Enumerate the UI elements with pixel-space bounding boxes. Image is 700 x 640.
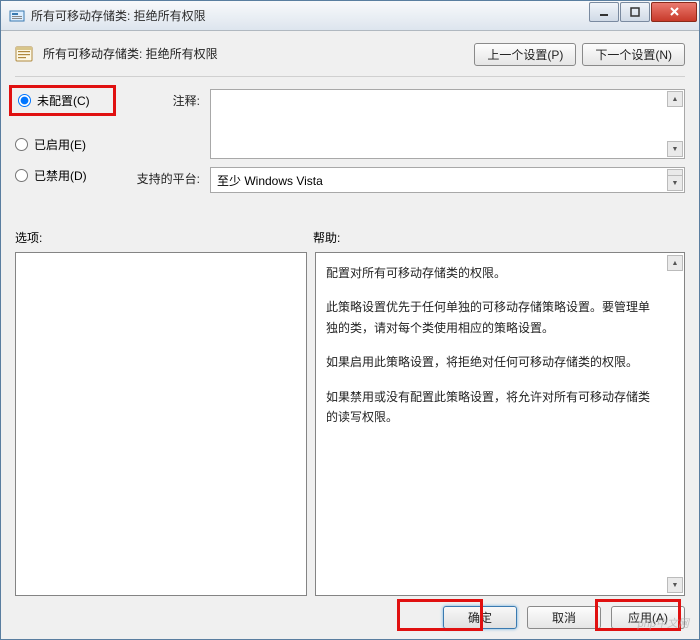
options-pane (15, 252, 307, 596)
next-setting-button[interactable]: 下一个设置(N) (582, 43, 685, 66)
radio-disabled[interactable]: 已禁用(D) (15, 167, 110, 184)
watermark: php中文网 (638, 615, 689, 631)
radio-disabled-input[interactable] (15, 169, 28, 182)
scroll-down-icon[interactable]: ▼ (667, 141, 683, 157)
close-icon (669, 6, 680, 17)
help-text: 此策略设置优先于任何单独的可移动存储策略设置。要管理单独的类，请对每个类使用相应… (326, 297, 660, 338)
radio-enabled-label: 已启用(E) (34, 136, 86, 153)
radio-enabled-input[interactable] (15, 138, 28, 151)
titlebar: 所有可移动存储类: 拒绝所有权限 (1, 1, 699, 31)
close-button[interactable] (651, 2, 697, 22)
ok-button[interactable]: 确定 (443, 606, 517, 629)
platform-label: 支持的平台: (130, 167, 200, 187)
scroll-down-icon[interactable]: ▼ (667, 577, 683, 593)
cancel-button[interactable]: 取消 (527, 606, 601, 629)
window-controls (588, 6, 697, 26)
radio-unconfigured-input[interactable] (18, 94, 31, 107)
radio-unconfigured[interactable]: 未配置(C) (18, 92, 107, 109)
minimize-icon (599, 7, 609, 17)
radio-unconfigured-label: 未配置(C) (37, 92, 90, 109)
help-label: 帮助: (313, 229, 340, 246)
divider (15, 76, 685, 77)
scroll-down-icon[interactable]: ▼ (667, 175, 683, 191)
window-title: 所有可移动存储类: 拒绝所有权限 (31, 7, 588, 24)
scroll-up-icon[interactable]: ▲ (667, 91, 683, 107)
prev-setting-button[interactable]: 上一个设置(P) (474, 43, 576, 66)
scroll-up-icon[interactable]: ▲ (667, 255, 683, 271)
comment-textarea[interactable]: ▲ ▼ (210, 89, 685, 159)
radio-disabled-label: 已禁用(D) (34, 167, 87, 184)
platform-box: 至少 Windows Vista ▲ ▼ (210, 167, 685, 193)
maximize-button[interactable] (620, 2, 650, 22)
highlight-unconfigured: 未配置(C) (9, 85, 116, 116)
radio-enabled[interactable]: 已启用(E) (15, 136, 110, 153)
maximize-icon (630, 7, 640, 17)
policy-icon (15, 45, 33, 63)
help-text: 如果启用此策略设置，将拒绝对任何可移动存储类的权限。 (326, 352, 660, 372)
help-text: 如果禁用或没有配置此策略设置，将允许对所有可移动存储类的读写权限。 (326, 387, 660, 428)
app-icon (9, 8, 25, 24)
help-text: 配置对所有可移动存储类的权限。 (326, 263, 660, 283)
help-pane: 配置对所有可移动存储类的权限。 此策略设置优先于任何单独的可移动存储策略设置。要… (315, 252, 685, 596)
comment-label: 注释: (130, 89, 200, 109)
options-label: 选项: (15, 229, 313, 246)
policy-title: 所有可移动存储类: 拒绝所有权限 (43, 43, 218, 62)
minimize-button[interactable] (589, 2, 619, 22)
platform-value: 至少 Windows Vista (217, 172, 323, 189)
